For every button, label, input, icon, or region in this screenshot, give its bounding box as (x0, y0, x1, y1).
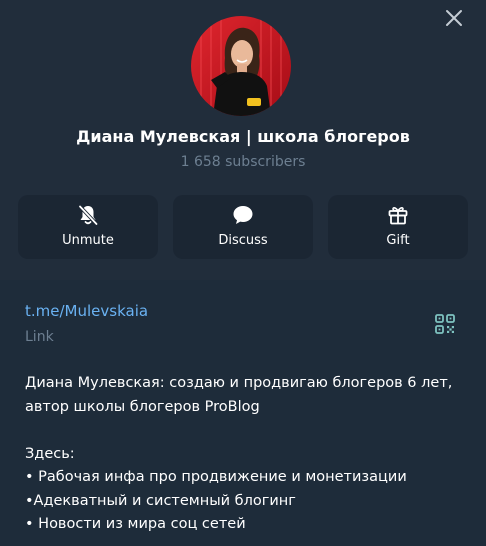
channel-info: t.me/Mulevskaia Link Диана Мулевская: со… (0, 280, 486, 546)
channel-description: Диана Мулевская: создаю и продвигаю блог… (25, 372, 475, 537)
channel-avatar[interactable] (191, 16, 291, 116)
description-line: автор школы блогеров ProBlog (25, 398, 260, 415)
description-line: •Адекватный и системный блогинг (25, 492, 296, 509)
action-bar: Unmute Discuss Gift (18, 195, 468, 259)
discuss-label: Discuss (218, 233, 268, 248)
description-line: • Рабочая инфа про продвижение и монетиз… (25, 469, 407, 485)
link-caption: Link (25, 329, 54, 345)
qr-code-button[interactable] (434, 313, 456, 335)
chat-bubble-icon (233, 206, 253, 224)
description-line: • Новости из мира соц сетей (25, 516, 246, 532)
gift-button[interactable]: Gift (328, 195, 468, 259)
channel-header: Диана Мулевская | школа блогеров 1 658 s… (0, 0, 486, 280)
discuss-button[interactable]: Discuss (173, 195, 313, 259)
channel-link[interactable]: t.me/Mulevskaia (25, 302, 148, 320)
subscriber-count: 1 658 subscribers (180, 154, 306, 170)
gift-icon (388, 207, 408, 225)
unmute-label: Unmute (62, 233, 114, 248)
description-line (25, 419, 475, 443)
avatar-photo (191, 16, 291, 116)
description-line: Диана Мулевская: создаю и продвигаю блог… (25, 375, 453, 391)
description-line: Здесь: (25, 445, 75, 462)
close-icon (446, 10, 462, 26)
unmute-button[interactable]: Unmute (18, 195, 158, 259)
close-button[interactable] (444, 8, 464, 28)
gift-label: Gift (386, 233, 410, 248)
channel-title: Диана Мулевская | школа блогеров (76, 127, 410, 146)
qr-code-icon (435, 314, 455, 334)
bell-muted-icon (78, 205, 98, 226)
